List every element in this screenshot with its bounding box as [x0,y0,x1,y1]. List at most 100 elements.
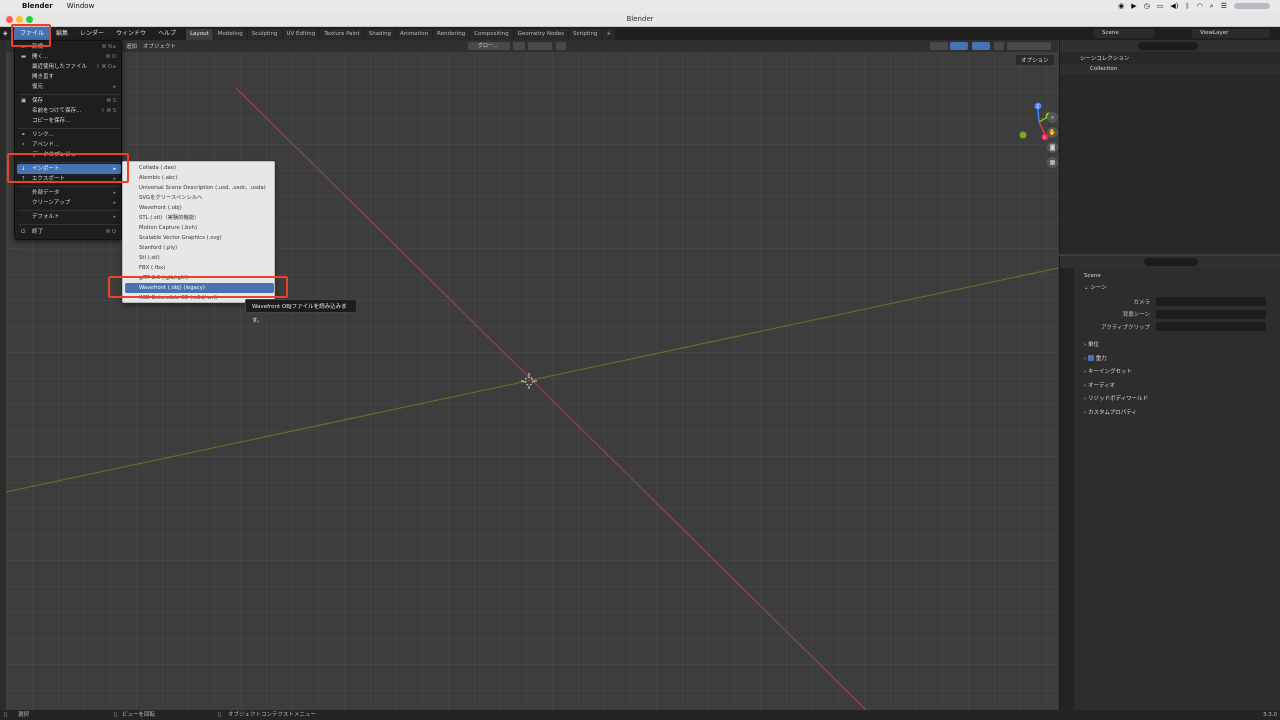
minimize-window-button[interactable] [16,16,23,23]
file-menu-save-copy[interactable]: コピーを保存... [17,116,121,126]
search-icon[interactable]: ⌕ [1210,2,1214,11]
import-wavefront-obj[interactable]: Wavefront (.obj) [125,203,274,213]
file-menu-revert[interactable]: 開き直す [17,72,121,82]
tab-uv-editing[interactable]: UV Editing [282,28,320,40]
background-scene-input[interactable] [1156,309,1266,319]
zoom-view-icon[interactable]: ⌕ [1047,112,1058,123]
import-svg-grease-pencil[interactable]: SVGをグリースペンシルへ [125,193,274,203]
menu-object[interactable]: オブジェクト [143,42,176,50]
menu-render[interactable]: レンダー [74,27,110,40]
section-scene[interactable]: ⌄ シーン [1076,282,1279,296]
background-scene-field: 背景シーン [1076,308,1279,321]
properties-tabs[interactable] [1060,268,1074,710]
proportional-edit-icon[interactable] [556,42,566,50]
snap-icon[interactable] [528,42,552,50]
tab-shading[interactable]: Shading [364,28,396,40]
visibility-icon[interactable] [930,42,948,50]
tab-rendering[interactable]: Rendering [433,28,470,40]
section-keying-sets[interactable]: › キーイングセット [1076,366,1279,380]
section-rigid-body-label: リジッドボディワールド [1087,396,1149,402]
wifi-icon[interactable]: ◠ [1197,2,1203,10]
tab-texture-paint[interactable]: Texture Paint [320,28,364,40]
overlay-toggle-icon[interactable] [972,42,990,50]
file-menu-recover-shortcut: ▸ [113,84,116,90]
scene-collection-row[interactable]: シーンコレクション [1060,54,1280,64]
import-stanford-ply[interactable]: Stanford (.ply) [125,243,274,253]
app-menu[interactable]: Blender [22,2,53,10]
active-clip-input[interactable] [1156,322,1266,332]
file-menu-clean-up[interactable]: クリーンアップ ▸ [17,198,121,208]
window-menu[interactable]: Window [67,2,95,10]
transform-orientation-dropdown[interactable]: グロー... [468,42,510,50]
camera-view-icon[interactable]: ◙ [1047,142,1058,153]
file-menu-save[interactable]: ▣ 保存 ⌘ S [17,96,121,106]
import-stl[interactable]: Stl (.stl) [125,253,274,263]
control-center-icon[interactable]: ☰ [1221,2,1227,10]
file-menu-link[interactable]: ⚭ リンク... [17,130,121,140]
file-menu-save-as[interactable]: 名前をつけて保存... ⇧ ⌘ S [17,106,121,116]
tab-animation[interactable]: Animation [396,28,433,40]
volume-icon[interactable]: ◀) [1170,2,1178,10]
menu-add[interactable]: 追加 [126,42,137,50]
gravity-checkbox[interactable] [1087,355,1094,361]
grid-view-icon[interactable]: ▦ [1047,157,1058,168]
properties-search-input[interactable] [1144,258,1198,266]
section-audio[interactable]: › オーディオ [1076,380,1279,394]
status-icon[interactable]: ◉ [1118,2,1124,10]
gizmo-neg-y[interactable] [1019,131,1027,139]
tab-geometry-nodes[interactable]: Geometry Nodes [513,28,569,40]
menu-separator [18,128,120,129]
mouse-right-icon: ▯ [218,712,222,718]
import-usd[interactable]: Universal Scene Description (.usd, .usdc… [125,183,274,193]
section-units[interactable]: › 単位 [1076,339,1279,353]
camera-field: カメラ [1076,296,1279,309]
file-menu-recover[interactable]: 復元 ▸ [17,82,121,92]
file-menu-defaults[interactable]: デフォルト ▸ [17,212,121,222]
shading-mode-icons[interactable] [1007,42,1051,50]
scene-selector[interactable]: Scene [1094,29,1154,38]
tab-compositing[interactable]: Compositing [470,28,513,40]
close-window-button[interactable] [6,16,13,23]
xray-icon[interactable] [994,42,1004,50]
menu-window[interactable]: ウィンドウ [110,27,152,40]
file-menu-recent[interactable]: 最近使用したファイル ⇧ ⌘ O ▸ [17,62,121,72]
import-fbx[interactable]: FBX (.fbx) [125,263,274,273]
mouse-middle-icon: ▯ [114,712,118,718]
menu-help[interactable]: ヘルプ [152,27,182,40]
3d-viewport[interactable]: 追加 オブジェクト グロー... オプション X Y Z ⌕ ✋ ◙ ▦ [6,40,1058,710]
view-layer-selector[interactable]: ViewLayer [1192,29,1270,38]
menu-separator [18,210,120,211]
add-workspace-button[interactable]: + [602,28,616,40]
menu-edit[interactable]: 編集 [50,27,74,40]
file-menu-quit[interactable]: ⏻ 終了 ⌘ Q [17,227,121,237]
file-menu-external-data[interactable]: 外部データ ▸ [17,188,121,198]
file-menu-save-as-label: 名前をつけて保存... [32,108,82,114]
link-icon: ⚭ [21,132,26,138]
section-rigid-body-world[interactable]: › リジッドボディワールド [1076,393,1279,407]
pan-view-icon[interactable]: ✋ [1047,127,1058,138]
tab-layout[interactable]: Layout [186,28,213,40]
section-custom-properties[interactable]: › カスタムプロパティ [1076,407,1279,421]
options-button[interactable]: オプション [1016,55,1054,65]
pivot-icon[interactable] [513,42,525,50]
tab-scripting[interactable]: Scripting [569,28,602,40]
zoom-window-button[interactable] [26,16,33,23]
outliner-search-input[interactable] [1138,42,1198,50]
bluetooth-icon[interactable]: ᛒ [1185,2,1189,10]
camera-input[interactable] [1156,297,1266,307]
timer-icon[interactable]: ◷ [1144,2,1150,10]
import-svg[interactable]: Scalable Vector Graphics (.svg) [125,233,274,243]
battery-icon[interactable]: ▭ [1157,2,1164,10]
import-alembic[interactable]: Alembic (.abc) [125,173,274,183]
file-menu-open[interactable]: ▬ 開く... ⌘ O [17,52,121,62]
file-menu-append[interactable]: ⚬ アペンド... [17,140,121,150]
import-stl-experimental[interactable]: STL (.stl)（実験的機能） [125,213,274,223]
tab-sculpting[interactable]: Sculpting [247,28,282,40]
play-icon[interactable]: ▶ [1131,2,1136,10]
collection-row[interactable]: Collection [1060,64,1280,74]
section-gravity[interactable]: › 重力 [1076,353,1279,367]
gizmo-toggle-icon[interactable] [950,42,968,50]
import-collada[interactable]: Collada (.dae) [125,163,274,173]
import-motion-capture[interactable]: Motion Capture (.bvh) [125,223,274,233]
tab-modeling[interactable]: Modeling [213,28,247,40]
